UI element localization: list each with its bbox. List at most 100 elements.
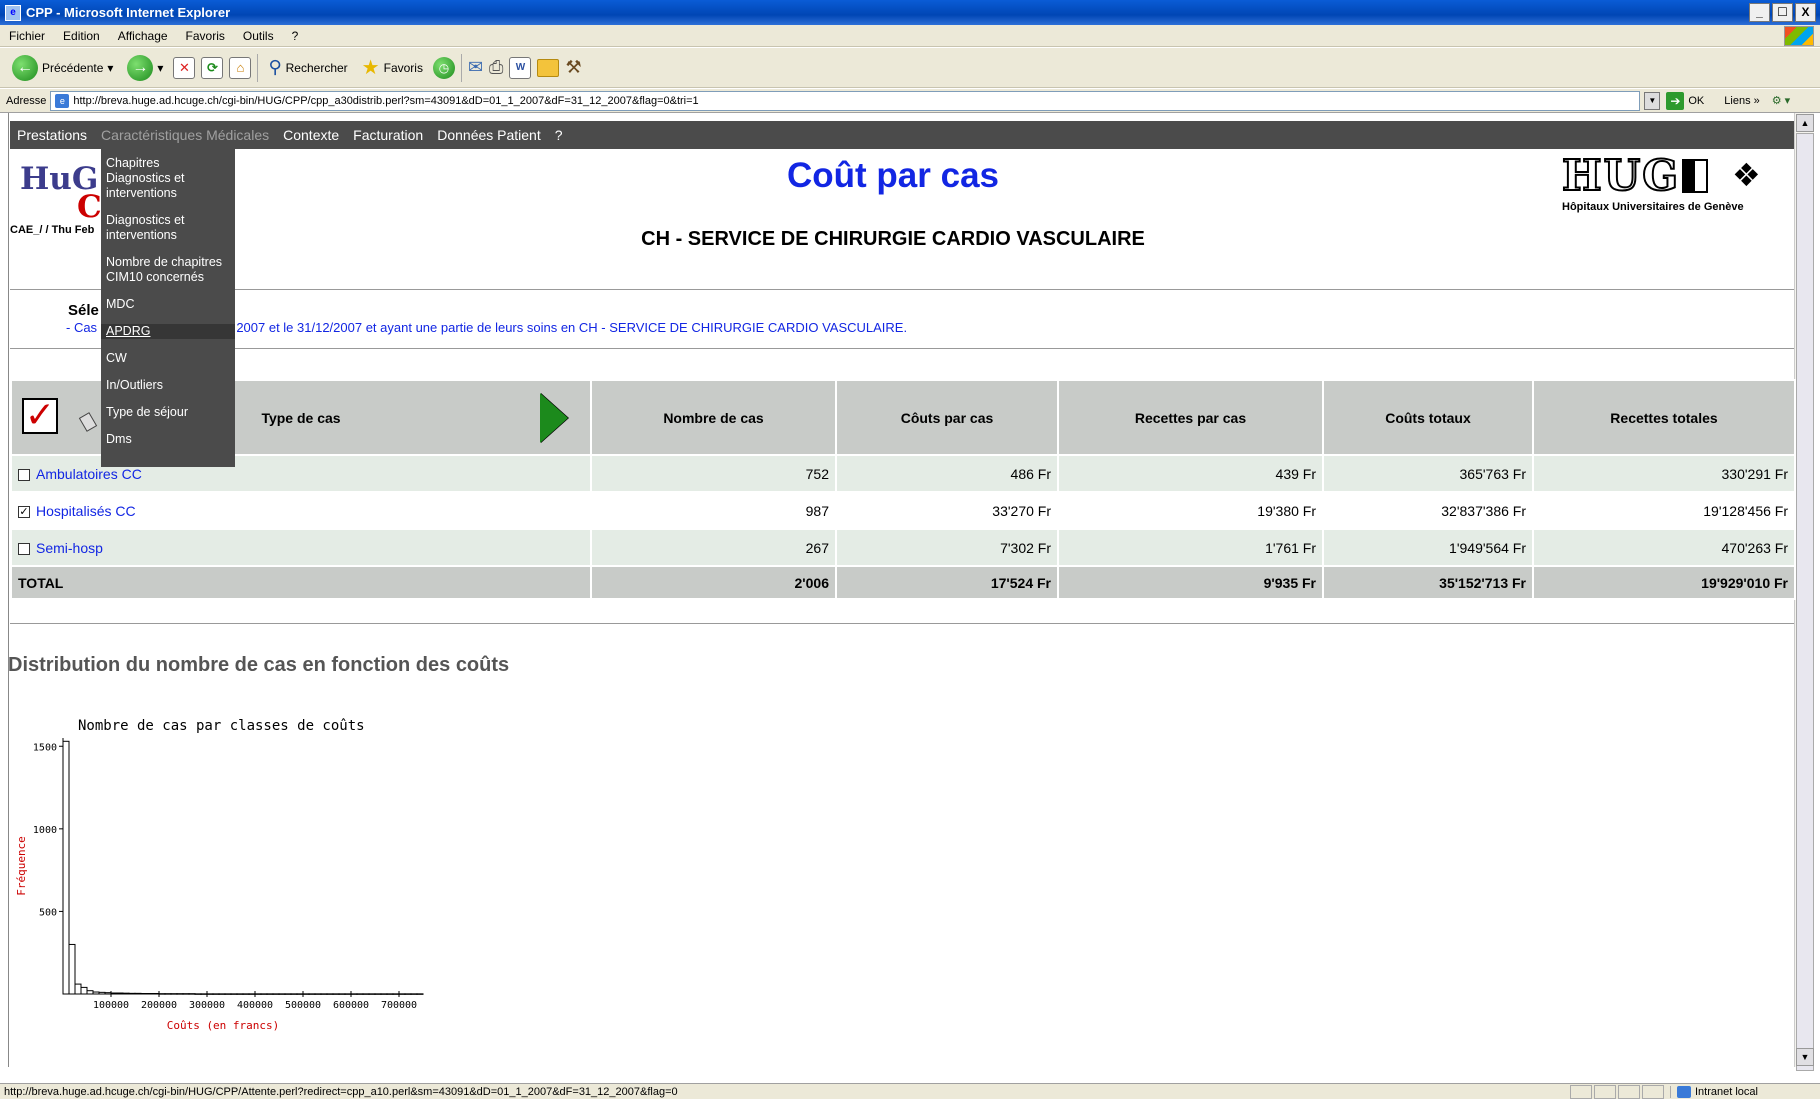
chart-title: Nombre de cas par classes de coûts: [78, 718, 365, 734]
vertical-scrollbar[interactable]: ▲ ▼: [1794, 113, 1814, 1071]
histogram-bar: [74, 983, 82, 995]
row-checkbox[interactable]: [18, 542, 30, 555]
x-tick-label: 400000: [237, 1000, 273, 1011]
histogram-bar: [296, 993, 304, 995]
print-icon[interactable]: ⎙: [489, 57, 503, 78]
maximize-button[interactable]: ☐: [1772, 3, 1793, 22]
menu-item-mdc[interactable]: MDC: [106, 297, 231, 312]
close-button[interactable]: X: [1795, 3, 1816, 22]
histogram-bar: [404, 993, 412, 995]
minimize-button[interactable]: _: [1749, 3, 1770, 22]
scroll-down-icon[interactable]: ▼: [1796, 1048, 1814, 1066]
menu-view[interactable]: Affichage: [109, 29, 177, 43]
total-label: TOTAL: [10, 565, 592, 600]
table-cell: 486 Fr: [835, 454, 1059, 493]
menu-item-chapitres[interactable]: Chapitres: [106, 156, 231, 171]
histogram-bar: [338, 993, 346, 995]
back-button[interactable]: ← Précédente ▾: [8, 52, 117, 84]
row-checkbox[interactable]: [18, 468, 30, 481]
row-link[interactable]: Semi-hosp: [36, 540, 103, 556]
histogram-bar: [254, 993, 262, 995]
menu-item-cw[interactable]: CW: [106, 351, 231, 366]
menu-favorites[interactable]: Favoris: [177, 29, 234, 43]
stop-icon[interactable]: ✕: [173, 56, 196, 79]
play-arrow-icon[interactable]: [540, 393, 568, 443]
scroll-thumb[interactable]: [1796, 133, 1814, 1071]
divider: [10, 289, 1794, 290]
histogram-bar: [344, 993, 352, 995]
histogram-bar: [248, 993, 256, 995]
extension-icon[interactable]: ⚙ ▾: [1772, 94, 1790, 107]
col-type-de-cas[interactable]: Type de cas: [10, 379, 592, 456]
col-nombre-de-cas[interactable]: Nombre de cas: [590, 379, 837, 456]
histogram-bar: [410, 993, 418, 995]
links-button[interactable]: Liens »: [1724, 95, 1759, 107]
chevron-down-icon: ▾: [107, 60, 114, 75]
table-cell: 1'949'564 Fr: [1322, 528, 1534, 567]
address-dropdown-icon[interactable]: ▼: [1644, 91, 1661, 110]
menubar: Fichier Edition Affichage Favoris Outils…: [0, 25, 1820, 47]
menu-item-diagnostics-interventions-2[interactable]: Diagnostics et interventions: [106, 213, 231, 243]
nav-donnees-patient[interactable]: Données Patient: [430, 127, 548, 143]
mail-icon[interactable]: ✉: [468, 57, 483, 78]
nav-help[interactable]: ?: [548, 127, 570, 143]
total-cell: 2'006: [590, 565, 837, 600]
histogram-bar: [230, 993, 238, 995]
nav-prestations[interactable]: Prestations: [10, 127, 94, 143]
history-icon[interactable]: ◷: [432, 56, 455, 79]
status-url: http://breva.huge.ad.hcuge.ch/cgi-bin/HU…: [4, 1085, 678, 1098]
histogram-bar: [128, 992, 136, 995]
histogram-bar: [362, 993, 370, 995]
menu-item-dms[interactable]: Dms: [106, 432, 231, 447]
histogram-bar: [122, 992, 130, 995]
col-couts-totaux[interactable]: Coûts totaux: [1322, 379, 1534, 456]
histogram-bar: [326, 993, 334, 995]
histogram-bar: [152, 993, 160, 995]
menu-item-nombre-chapitres[interactable]: Nombre de chapitres CIM10 concernés: [106, 255, 231, 285]
menu-item-apdrg[interactable]: APDRG: [101, 324, 235, 339]
histogram-bar: [218, 993, 226, 995]
favorites-button[interactable]: ★ Favoris: [358, 52, 427, 84]
page-icon: e: [55, 93, 70, 108]
go-button[interactable]: ➔ OK: [1666, 91, 1704, 110]
search-button[interactable]: ⚲ Rechercher: [264, 52, 351, 84]
table-header-row: Type de cas Nombre de cas Côuts par cas …: [10, 379, 1796, 456]
col-couts-par-cas[interactable]: Côuts par cas: [835, 379, 1059, 456]
menu-item-type-de-sejour[interactable]: Type de séjour: [106, 405, 231, 420]
nav-contexte[interactable]: Contexte: [276, 127, 346, 143]
scroll-up-icon[interactable]: ▲: [1796, 114, 1814, 132]
search-label: Rechercher: [285, 60, 348, 75]
tools-icon[interactable]: ⚒: [565, 57, 581, 78]
row-link[interactable]: Hospitalisés CC: [36, 503, 136, 519]
row-link[interactable]: Ambulatoires CC: [36, 466, 142, 482]
back-arrow-icon: ←: [12, 54, 38, 81]
menu-item-in-outliers[interactable]: In/Outliers: [106, 378, 231, 393]
histogram-bar: [110, 992, 118, 995]
table-row: ✓ Hospitalisés CC 987 33'270 Fr 19'380 Fr…: [10, 491, 1796, 530]
select-all-check-icon[interactable]: ✓: [22, 397, 58, 434]
address-input[interactable]: e http://breva.huge.ad.hcuge.ch/cgi-bin/…: [50, 90, 1641, 111]
chart-y-label: Fréquence: [15, 836, 28, 896]
nav-facturation[interactable]: Facturation: [346, 127, 430, 143]
histogram-bar: [188, 993, 196, 995]
col-recettes-totales[interactable]: Recettes totales: [1532, 379, 1796, 456]
refresh-icon[interactable]: ⟳: [201, 56, 224, 79]
home-icon[interactable]: ⌂: [229, 56, 252, 79]
forward-button[interactable]: → ▾: [123, 52, 167, 84]
site-nav: Prestations Caractéristiques Médicales C…: [10, 121, 1794, 149]
histogram-bar: [194, 993, 202, 995]
menu-file[interactable]: Fichier: [0, 29, 54, 43]
nav-caracteristiques-medicales[interactable]: Caractéristiques Médicales: [94, 127, 276, 143]
total-cell: 19'929'010 Fr: [1532, 565, 1796, 600]
menu-item-diagnostics-interventions[interactable]: Diagnostics et interventions: [106, 171, 231, 201]
menu-edit[interactable]: Edition: [54, 29, 109, 43]
edit-icon[interactable]: W: [509, 56, 532, 79]
menu-help[interactable]: ?: [283, 29, 308, 43]
folder-icon[interactable]: [537, 58, 560, 77]
histogram-bar: [278, 993, 286, 995]
histogram-bar: [182, 993, 190, 995]
row-checkbox-checked[interactable]: ✓: [18, 505, 30, 518]
menu-tools[interactable]: Outils: [234, 29, 283, 43]
go-arrow-icon: ➔: [1666, 91, 1685, 110]
col-recettes-par-cas[interactable]: Recettes par cas: [1057, 379, 1324, 456]
